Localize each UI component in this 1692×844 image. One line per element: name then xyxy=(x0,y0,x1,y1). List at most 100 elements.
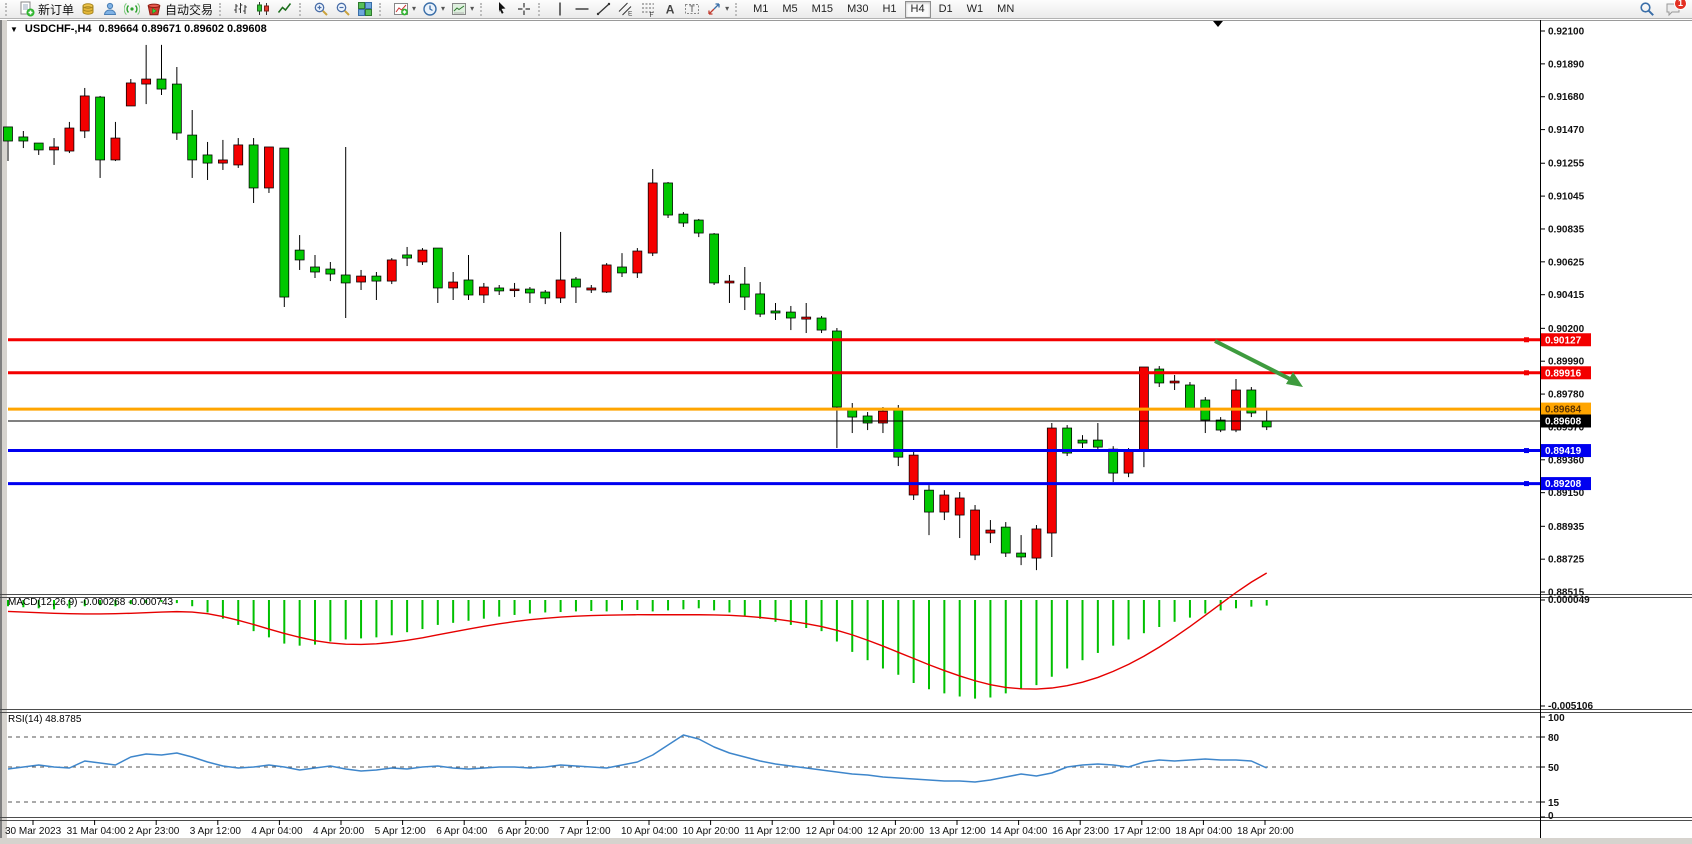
autotrade-button[interactable]: 自动交易 xyxy=(143,0,216,19)
svg-text:18 Apr 04:00: 18 Apr 04:00 xyxy=(1175,826,1232,837)
crosshair-icon xyxy=(516,1,532,17)
line-handle[interactable] xyxy=(1524,481,1529,486)
cursor-button[interactable] xyxy=(491,0,513,19)
fibo-icon: F xyxy=(640,1,656,17)
toolbar-group-grip xyxy=(219,3,225,16)
line-handle[interactable] xyxy=(1524,448,1529,453)
timeframe-m1-button[interactable]: M1 xyxy=(747,1,774,18)
chart-canvas[interactable]: 0.921000.918900.916800.914700.912550.910… xyxy=(0,0,1692,844)
toolbar-group-grip xyxy=(538,3,544,16)
svg-text:0.91890: 0.91890 xyxy=(1548,59,1585,70)
bar-chart-button[interactable] xyxy=(230,0,252,19)
periods-button[interactable]: ▾ xyxy=(419,0,448,19)
svg-text:16 Apr 23:00: 16 Apr 23:00 xyxy=(1052,826,1109,837)
svg-text:12 Apr 20:00: 12 Apr 20:00 xyxy=(867,826,924,837)
candle xyxy=(909,450,918,500)
timeframe-d1-button[interactable]: D1 xyxy=(933,1,959,18)
search-icon xyxy=(1639,1,1655,17)
svg-text:3 Apr 12:00: 3 Apr 12:00 xyxy=(190,826,242,837)
arrows-button[interactable]: ▾ xyxy=(703,0,732,19)
notifications-button[interactable]: 1 xyxy=(1662,0,1684,19)
chevron-down-icon[interactable]: ▾ xyxy=(470,5,474,13)
svg-text:0.91255: 0.91255 xyxy=(1548,159,1585,170)
svg-text:4 Apr 04:00: 4 Apr 04:00 xyxy=(251,826,303,837)
collapse-icon[interactable]: ▼ xyxy=(10,25,18,34)
svg-text:T: T xyxy=(689,4,695,14)
line-handle[interactable] xyxy=(1524,370,1529,375)
tile-windows-button[interactable] xyxy=(354,0,376,19)
timeframe-m15-button[interactable]: M15 xyxy=(806,1,839,18)
svg-text:15: 15 xyxy=(1548,798,1560,809)
notification-badge: 1 xyxy=(1674,0,1687,10)
crosshair-button[interactable] xyxy=(513,0,535,19)
line-chart-button[interactable] xyxy=(274,0,296,19)
search-button[interactable] xyxy=(1636,0,1658,19)
new-order-button[interactable]: 新订单 xyxy=(16,0,77,19)
zoom-in-icon xyxy=(313,1,329,17)
svg-text:0.88935: 0.88935 xyxy=(1548,522,1585,533)
trendline-button[interactable] xyxy=(593,0,615,19)
svg-text:0.89916: 0.89916 xyxy=(1545,368,1582,379)
candles-icon xyxy=(255,1,271,17)
svg-text:0: 0 xyxy=(1548,811,1554,822)
zoom-in-button[interactable] xyxy=(310,0,332,19)
hline-icon xyxy=(574,1,590,17)
channel-button[interactable]: E xyxy=(615,0,637,19)
timeframe-m5-button[interactable]: M5 xyxy=(776,1,803,18)
svg-text:F: F xyxy=(650,12,654,17)
text-button[interactable]: A xyxy=(659,0,681,19)
line-handle[interactable] xyxy=(1524,337,1529,342)
hline-button[interactable] xyxy=(571,0,593,19)
candle xyxy=(1001,522,1010,557)
timeframe-w1-button[interactable]: W1 xyxy=(961,1,990,18)
candle xyxy=(710,233,719,285)
svg-text:0.90127: 0.90127 xyxy=(1545,335,1582,346)
toolbar-group-grip xyxy=(5,3,11,16)
main-toolbar: 新订单 自动交易 ▾ ▾ ▾ E F A T ▾ M1M5M15M30H1H4D1W1MN 1 xyxy=(0,0,1692,19)
timeframe-h4-button[interactable]: H4 xyxy=(905,1,931,18)
timeframe-h1-button[interactable]: H1 xyxy=(876,1,902,18)
timeframe-mn-button[interactable]: MN xyxy=(991,1,1020,18)
svg-text:17 Apr 12:00: 17 Apr 12:00 xyxy=(1114,826,1171,837)
indicators-icon xyxy=(393,1,409,17)
indicators-button[interactable]: ▾ xyxy=(390,0,419,19)
price-tag: 0.89208 xyxy=(1541,477,1591,490)
templates-button[interactable]: ▾ xyxy=(448,0,477,19)
toolbar-group-grip xyxy=(480,3,486,16)
funds-icon xyxy=(80,1,96,17)
svg-text:6 Apr 04:00: 6 Apr 04:00 xyxy=(436,826,488,837)
candlestick-button[interactable] xyxy=(252,0,274,19)
community-button[interactable] xyxy=(99,0,121,19)
svg-text:7 Apr 12:00: 7 Apr 12:00 xyxy=(559,826,611,837)
templates-icon xyxy=(451,1,467,17)
ohlc-values: 0.89664 0.89671 0.89602 0.89608 xyxy=(99,23,267,35)
svg-text:0.89608: 0.89608 xyxy=(1545,416,1582,427)
candle xyxy=(1247,387,1256,417)
svg-text:0.90835: 0.90835 xyxy=(1548,224,1585,235)
svg-text:0.89208: 0.89208 xyxy=(1545,479,1582,490)
fibonacci-button[interactable]: F xyxy=(637,0,659,19)
candle xyxy=(387,258,396,284)
chevron-down-icon[interactable]: ▾ xyxy=(441,5,445,13)
signals-button[interactable] xyxy=(121,0,143,19)
funds-button[interactable] xyxy=(77,0,99,19)
candle xyxy=(1124,448,1133,477)
macd-indicator-label: MACD(12,26,9) -0.000268 -0.000743 xyxy=(8,597,173,608)
chevron-down-icon[interactable]: ▾ xyxy=(725,5,729,13)
svg-text:11 Apr 12:00: 11 Apr 12:00 xyxy=(744,826,800,837)
timeframe-m30-button[interactable]: M30 xyxy=(841,1,874,18)
price-tag: 0.89684 xyxy=(1541,403,1591,416)
autotrade-icon xyxy=(146,1,162,17)
svg-text:4 Apr 20:00: 4 Apr 20:00 xyxy=(313,826,365,837)
autotrade-button-label: 自动交易 xyxy=(165,1,213,18)
svg-text:2 Apr 23:00: 2 Apr 23:00 xyxy=(128,826,180,837)
label-button[interactable]: T xyxy=(681,0,703,19)
svg-text:18 Apr 20:00: 18 Apr 20:00 xyxy=(1237,826,1294,837)
chevron-down-icon[interactable]: ▾ xyxy=(412,5,416,13)
svg-text:0.89990: 0.89990 xyxy=(1548,357,1585,368)
vline-button[interactable] xyxy=(549,0,571,19)
zoom-out-icon xyxy=(335,1,351,17)
text-icon: A xyxy=(662,1,678,17)
toolbar-button-groups: 新订单 自动交易 ▾ ▾ ▾ E F A T ▾ M1M5M15M30H1H4D1W1MN xyxy=(2,0,1636,19)
zoom-out-button[interactable] xyxy=(332,0,354,19)
